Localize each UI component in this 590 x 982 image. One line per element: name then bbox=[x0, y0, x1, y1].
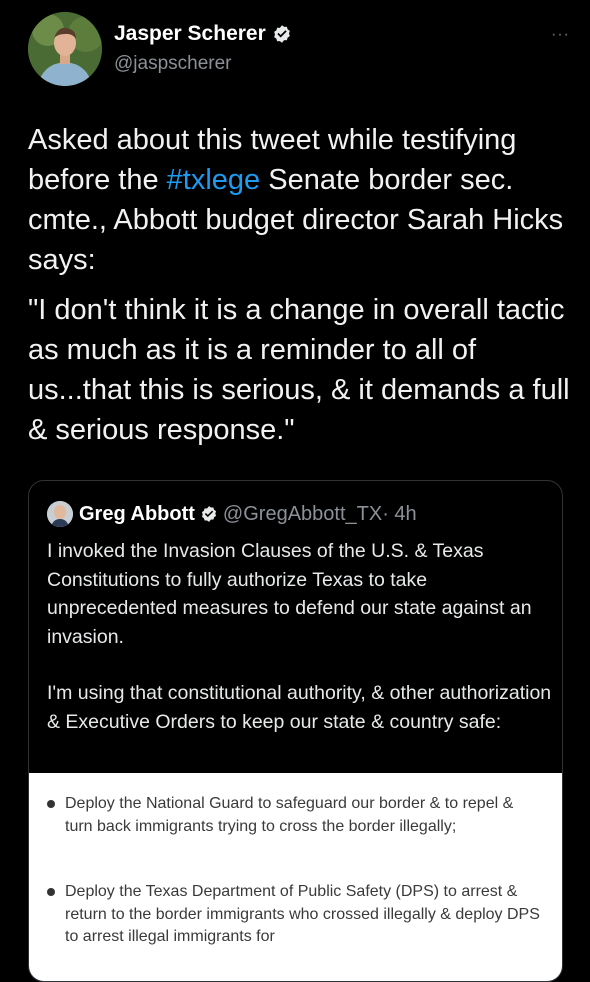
document-bullet-text: Deploy the Texas Department of Public Sa… bbox=[65, 883, 540, 945]
tweet-text: Asked about this tweet while testifying … bbox=[28, 120, 573, 460]
more-options-icon[interactable]: ··· bbox=[551, 26, 570, 44]
document-bullet-item: Deploy the Texas Department of Public Sa… bbox=[29, 881, 562, 949]
quoted-tweet[interactable]: Greg Abbott @GregAbbott_TX · 4h I invoke… bbox=[28, 480, 563, 982]
quoted-author-avatar[interactable] bbox=[47, 501, 73, 527]
bullet-icon bbox=[47, 888, 55, 896]
quoted-author-name[interactable]: Greg Abbott bbox=[79, 503, 195, 526]
hashtag-link[interactable]: #txlege bbox=[167, 164, 261, 196]
quoted-author-handle[interactable]: @GregAbbott_TX bbox=[223, 503, 382, 526]
quoted-tweet-time[interactable]: · 4h bbox=[382, 503, 416, 526]
tweet-paragraph-2: "I don't think it is a change in overall… bbox=[28, 294, 570, 446]
verified-badge-icon bbox=[273, 25, 290, 43]
document-bullet-text: Deploy the National Guard to safeguard o… bbox=[65, 795, 514, 835]
tweet-paragraph-1: Asked about this tweet while testifying … bbox=[28, 120, 573, 280]
quoted-document-image[interactable]: Deploy the National Guard to safeguard o… bbox=[29, 773, 562, 981]
document-bullet-item: Deploy the National Guard to safeguard o… bbox=[29, 793, 562, 838]
author-handle[interactable]: @jaspscherer bbox=[114, 53, 232, 75]
quoted-tweet-header: Greg Abbott @GregAbbott_TX · 4h bbox=[47, 501, 417, 527]
verified-badge-icon bbox=[201, 506, 216, 522]
author-avatar[interactable] bbox=[28, 12, 102, 86]
quoted-paragraph-2: I'm using that constitutional authority,… bbox=[47, 682, 552, 733]
quoted-paragraph-1: I invoked the Invasion Clauses of the U.… bbox=[47, 540, 532, 648]
bullet-icon bbox=[47, 800, 55, 808]
author-name[interactable]: Jasper Scherer bbox=[114, 22, 266, 46]
quoted-tweet-text: I invoked the Invasion Clauses of the U.… bbox=[47, 537, 552, 764]
author-name-row[interactable]: Jasper Scherer bbox=[114, 22, 292, 46]
